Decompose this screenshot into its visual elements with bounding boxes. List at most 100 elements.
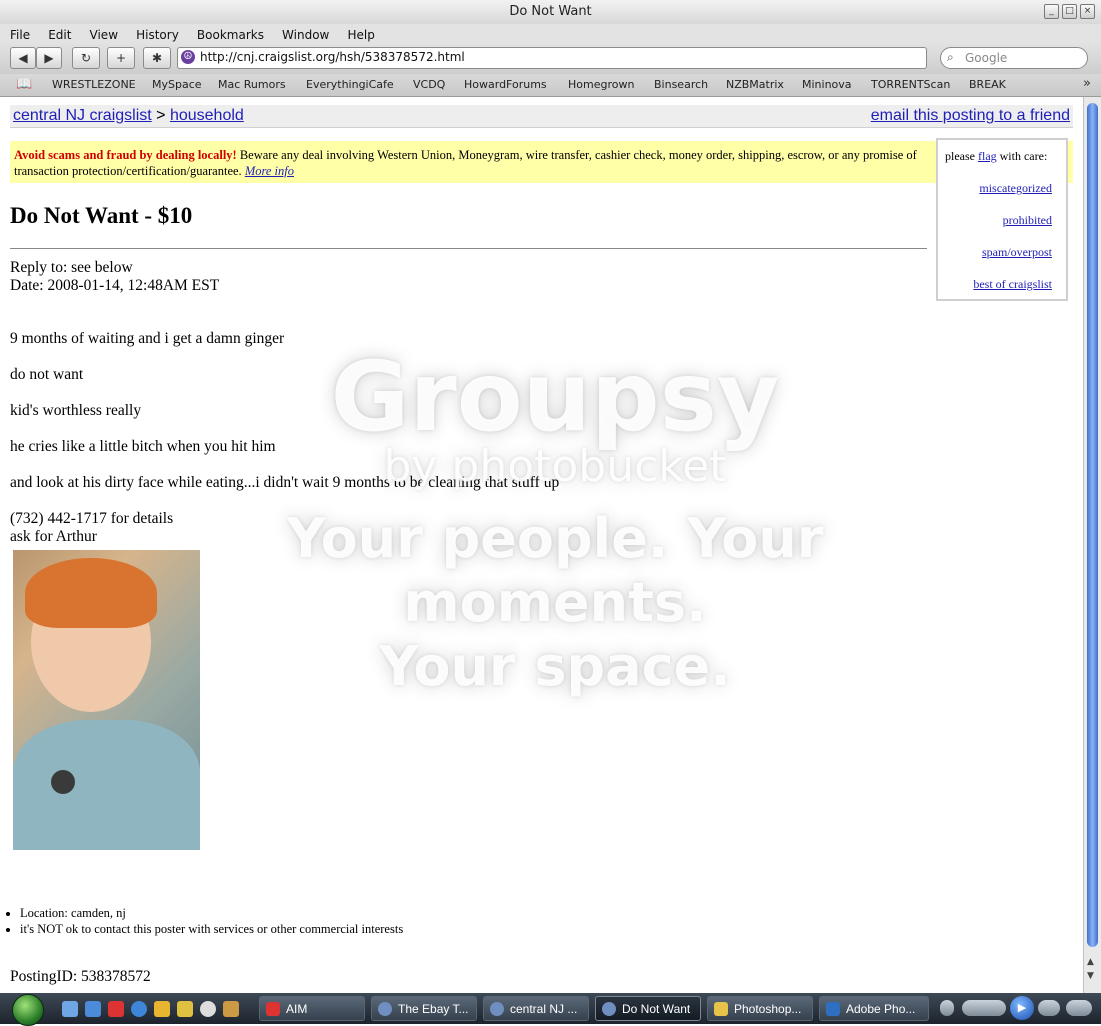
bug-report-button[interactable]: ✱: [143, 47, 171, 69]
scroll-up-arrow-icon[interactable]: ▲: [1087, 957, 1094, 967]
browser-toolbar: ◀ ▶ ↻ + ✱ ☮ http://cnj.craigslist.org/hs…: [0, 42, 1101, 74]
flag-prefix: please: [945, 149, 975, 163]
bookmark-item[interactable]: WRESTLEZONE: [52, 78, 136, 91]
media-icon[interactable]: [154, 1001, 170, 1017]
more-info-link[interactable]: More info: [245, 164, 294, 178]
window-controls: _ □ ×: [1044, 4, 1095, 19]
taskbar-item-label: Adobe Pho...: [846, 1002, 916, 1016]
bookmarks-book-icon[interactable]: 📖: [16, 77, 32, 92]
contact-policy-item: it's NOT ok to contact this poster with …: [20, 921, 403, 937]
photobucket-watermark: Groupsy by photobucket Your people. Your…: [170, 347, 940, 699]
photo-shirt: [13, 720, 200, 850]
email-friend-link[interactable]: email this posting to a friend: [871, 107, 1070, 125]
bookmark-item[interactable]: TORRENTScan: [871, 78, 950, 91]
site-favicon-icon: ☮: [181, 50, 195, 64]
bookmark-item[interactable]: VCDQ: [413, 78, 445, 91]
posting-body-line: do not want: [10, 366, 84, 383]
taskbar-item-craigslist[interactable]: central NJ ...: [483, 996, 589, 1021]
search-input[interactable]: ⌕ Google: [940, 47, 1088, 69]
page-content: central NJ craigslist > household email …: [0, 97, 1083, 993]
bookmarks-overflow-icon[interactable]: »: [1083, 76, 1091, 91]
switch-windows-icon[interactable]: [85, 1001, 101, 1017]
aim-icon: [266, 1002, 280, 1016]
breadcrumb-site-link[interactable]: central NJ craigslist: [13, 107, 152, 124]
minimize-button[interactable]: _: [1044, 4, 1059, 19]
browser-icon[interactable]: [131, 1001, 147, 1017]
posting-body-line: and look at his dirty face while eating.…: [10, 474, 560, 491]
utility-icon[interactable]: [177, 1001, 193, 1017]
taskbar-item-photoshop-folder[interactable]: Photoshop...: [707, 996, 813, 1021]
watermark-tagline-2: Your space.: [379, 635, 731, 698]
taskbar-item-label: central NJ ...: [510, 1002, 578, 1016]
media-next-icon[interactable]: [1038, 1000, 1060, 1016]
bookmark-item[interactable]: Mininova: [802, 78, 852, 91]
bookmarks-bar: 📖 WRESTLEZONE MySpace Mac Rumors Everyth…: [0, 74, 1101, 97]
taskbar-item-do-not-want[interactable]: Do Not Want: [595, 996, 701, 1021]
media-play-icon[interactable]: ▶: [1010, 996, 1034, 1020]
scam-warning-banner: Avoid scams and fraud by dealing locally…: [10, 141, 1073, 183]
flag-link[interactable]: flag: [978, 149, 997, 163]
address-bar-url: http://cnj.craigslist.org/hsh/538378572.…: [200, 50, 465, 64]
posting-photo: [13, 550, 200, 850]
bookmark-item[interactable]: Mac Rumors: [218, 78, 286, 91]
bookmark-item[interactable]: NZBMatrix: [726, 78, 784, 91]
posting-id: PostingID: 538378572: [10, 968, 151, 985]
quick-launch: [62, 1001, 239, 1017]
volume-icon[interactable]: [1066, 1000, 1092, 1016]
posting-title: Do Not Want - $10: [10, 203, 193, 228]
vertical-scrollbar[interactable]: ▲ ▼: [1083, 97, 1101, 993]
menu-bar: File Edit View History Bookmarks Window …: [0, 24, 1101, 42]
disc-icon[interactable]: [200, 1001, 216, 1017]
add-bookmark-button[interactable]: +: [107, 47, 135, 69]
bookmark-item[interactable]: HowardForums: [464, 78, 547, 91]
taskbar-item-adobe-photoshop[interactable]: Adobe Pho...: [819, 996, 929, 1021]
aim-icon[interactable]: [108, 1001, 124, 1017]
bookmark-item[interactable]: MySpace: [152, 78, 202, 91]
app-icon[interactable]: [223, 1001, 239, 1017]
photo-hair: [25, 558, 157, 628]
flag-box: please flag with care: miscategorized pr…: [936, 138, 1068, 301]
flag-best-of-link[interactable]: best of craigslist: [973, 277, 1052, 292]
watermark-tagline-1: Your people. Your moments.: [286, 507, 824, 634]
taskbar-item-ebay[interactable]: The Ebay T...: [371, 996, 477, 1021]
back-button[interactable]: ◀: [10, 47, 36, 69]
posting-meta: Reply to: see below Date: 2008-01-14, 12…: [10, 259, 219, 295]
window-title: Do Not Want: [509, 4, 592, 19]
media-stop-prev-icon[interactable]: [962, 1000, 1006, 1016]
taskbar-item-label: AIM: [286, 1002, 308, 1016]
media-restore-icon[interactable]: [940, 1000, 954, 1016]
taskbar-item-label: The Ebay T...: [398, 1002, 469, 1016]
bookmark-item[interactable]: Binsearch: [654, 78, 708, 91]
start-button[interactable]: [12, 994, 44, 1026]
close-button[interactable]: ×: [1080, 4, 1095, 19]
posting-body-line: he cries like a little bitch when you hi…: [10, 438, 276, 455]
scroll-down-arrow-icon[interactable]: ▼: [1087, 971, 1094, 981]
scam-warning-text: Avoid scams and fraud by dealing locally…: [14, 147, 924, 179]
flag-box-header: please flag with care:: [945, 149, 1047, 164]
address-bar[interactable]: ☮ http://cnj.craigslist.org/hsh/53837857…: [177, 47, 927, 69]
bookmark-item[interactable]: Homegrown: [568, 78, 634, 91]
maximize-button[interactable]: □: [1062, 4, 1077, 19]
posting-body-line: kid's worthless really: [10, 402, 142, 419]
posting-date: Date: 2008-01-14, 12:48AM EST: [10, 277, 220, 294]
posting-details-list: Location: camden, nj it's NOT ok to cont…: [20, 905, 403, 937]
flag-prohibited-link[interactable]: prohibited: [1003, 213, 1052, 228]
taskbar-item-label: Photoshop...: [734, 1002, 802, 1016]
watermark-brand: Groupsy: [330, 341, 780, 453]
plus-icon: +: [115, 51, 127, 65]
posting-phone: (732) 442-1717 for details: [10, 510, 174, 527]
forward-button[interactable]: ▶: [36, 47, 62, 69]
breadcrumb-category-link[interactable]: household: [170, 107, 244, 124]
breadcrumb: central NJ craigslist > household: [13, 107, 244, 125]
show-desktop-icon[interactable]: [62, 1001, 78, 1017]
scrollbar-thumb[interactable]: [1087, 103, 1098, 947]
bookmark-item[interactable]: EverythingiCafe: [306, 78, 394, 91]
taskbar-item-aim[interactable]: AIM: [259, 996, 365, 1021]
flag-miscategorized-link[interactable]: miscategorized: [979, 181, 1052, 196]
reload-button[interactable]: ↻: [72, 47, 100, 69]
photo-badge: [51, 770, 75, 794]
title-divider: [10, 248, 927, 249]
reply-to: Reply to: see below: [10, 259, 133, 276]
bookmark-item[interactable]: BREAK: [969, 78, 1006, 91]
flag-spam-link[interactable]: spam/overpost: [982, 245, 1052, 260]
